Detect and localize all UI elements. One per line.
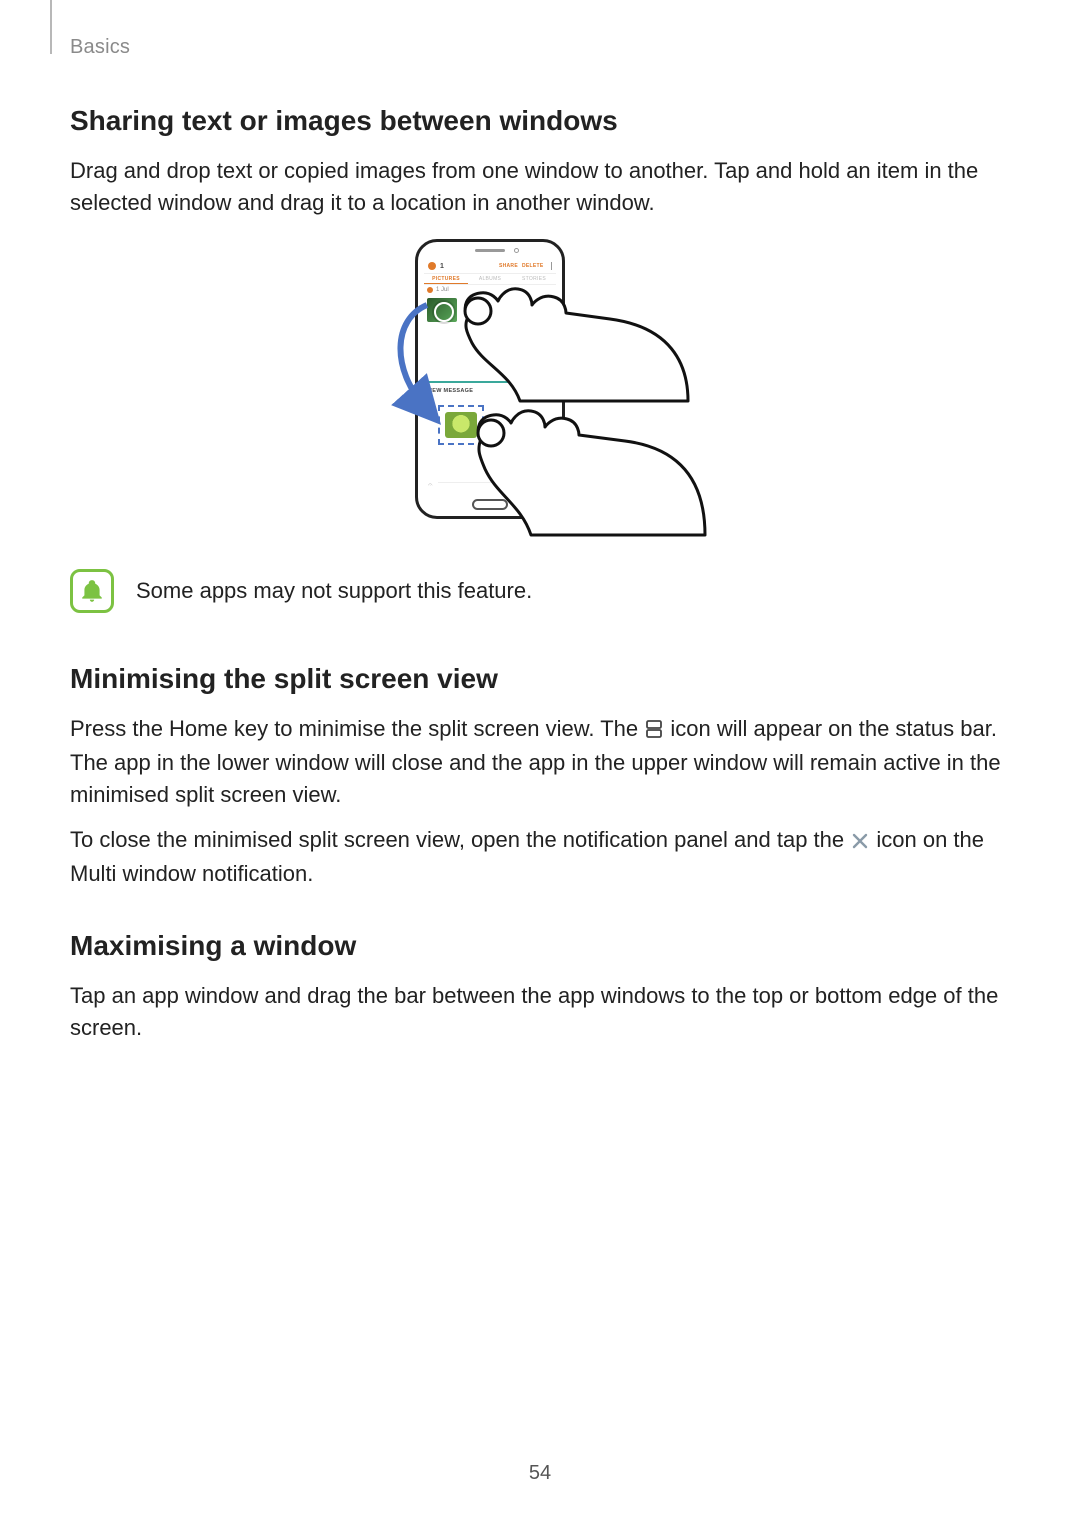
share-action: SHARE [499, 263, 518, 269]
heading-minimising: Minimising the split screen view [70, 663, 1010, 695]
header-rule [50, 0, 52, 54]
hand-top-icon [460, 273, 690, 403]
gallery-topbar: 1 SHARE DELETE [424, 260, 556, 274]
illustration: 1 SHARE DELETE PICTURES ALBUMS STORIES [385, 239, 695, 539]
body-minimising-2: To close the minimised split screen view… [70, 824, 1010, 890]
manual-page: Basics Sharing text or images between wi… [0, 0, 1080, 1527]
body-sharing: Drag and drop text or copied images from… [70, 155, 1010, 219]
camera-dot-icon [514, 248, 519, 253]
text-fragment: Press the Home key to minimise the split… [70, 716, 644, 741]
split-screen-icon [646, 715, 662, 747]
app-dot-icon [428, 262, 436, 270]
heading-sharing: Sharing text or images between windows [70, 105, 1010, 137]
body-minimising-1: Press the Home key to minimise the split… [70, 713, 1010, 811]
delete-action: DELETE [522, 263, 544, 269]
note-block: Some apps may not support this feature. [70, 569, 1010, 613]
note-text: Some apps may not support this feature. [136, 578, 532, 604]
heading-maximising: Maximising a window [70, 930, 1010, 962]
selection-count: 1 [440, 263, 444, 270]
bell-icon [70, 569, 114, 613]
body-maximising: Tap an app window and drag the bar betwe… [70, 980, 1010, 1044]
figure-drag-drop: 1 SHARE DELETE PICTURES ALBUMS STORIES [70, 239, 1010, 539]
attach-icon: 𝄐 [428, 480, 432, 490]
close-x-icon [852, 826, 868, 858]
text-fragment: To close the minimised split screen view… [70, 827, 850, 852]
overflow-menu-icon [551, 262, 553, 270]
hand-bottom-icon [475, 387, 705, 537]
section-breadcrumb: Basics [70, 36, 130, 59]
page-content: Sharing text or images between windows D… [70, 0, 1010, 1044]
page-number: 54 [529, 1462, 551, 1485]
drag-arrow-icon [385, 299, 455, 419]
